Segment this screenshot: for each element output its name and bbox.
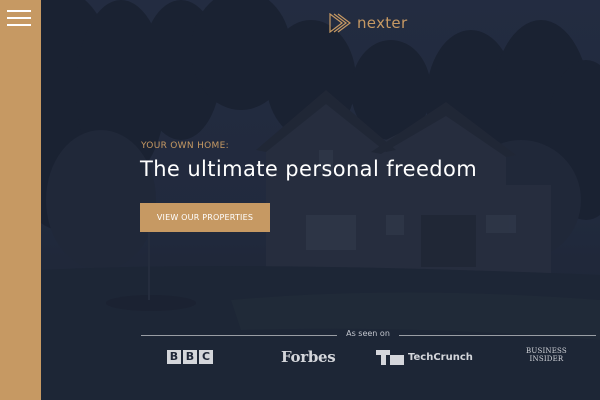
bbc-letter: C <box>199 350 213 364</box>
play-triangles-icon <box>329 13 351 33</box>
as-seen-on-label: As seen on <box>346 329 390 338</box>
brand-logo[interactable]: nexter <box>329 12 407 34</box>
divider-line-left <box>141 335 337 336</box>
techcrunch-name: TechCrunch <box>408 351 473 363</box>
business-insider-line: INSIDER <box>529 355 564 363</box>
forbes-logo: Forbes <box>281 348 336 366</box>
bbc-letter: B <box>183 350 197 364</box>
as-seen-on-divider: As seen on <box>141 329 596 341</box>
hero-eyebrow: YOUR OWN HOME: <box>141 141 229 151</box>
hamburger-menu-icon[interactable] <box>7 8 31 27</box>
brand-name: nexter <box>357 14 408 32</box>
hero-headline: The ultimate personal freedom <box>140 157 478 181</box>
view-properties-button[interactable]: VIEW OUR PROPERTIES <box>140 203 270 232</box>
sidebar <box>0 0 41 400</box>
bbc-letter: B <box>167 350 181 364</box>
business-insider-logo: BUSINESS INSIDER <box>526 347 567 367</box>
techcrunch-icon <box>376 349 404 365</box>
bbc-logo: B B C <box>167 347 213 367</box>
business-insider-line: BUSINESS <box>526 347 567 355</box>
hero-section: nexter YOUR OWN HOME: The ultimate perso… <box>41 0 600 400</box>
divider-line-right <box>399 335 596 336</box>
techcrunch-logo: TechCrunch <box>376 347 473 367</box>
